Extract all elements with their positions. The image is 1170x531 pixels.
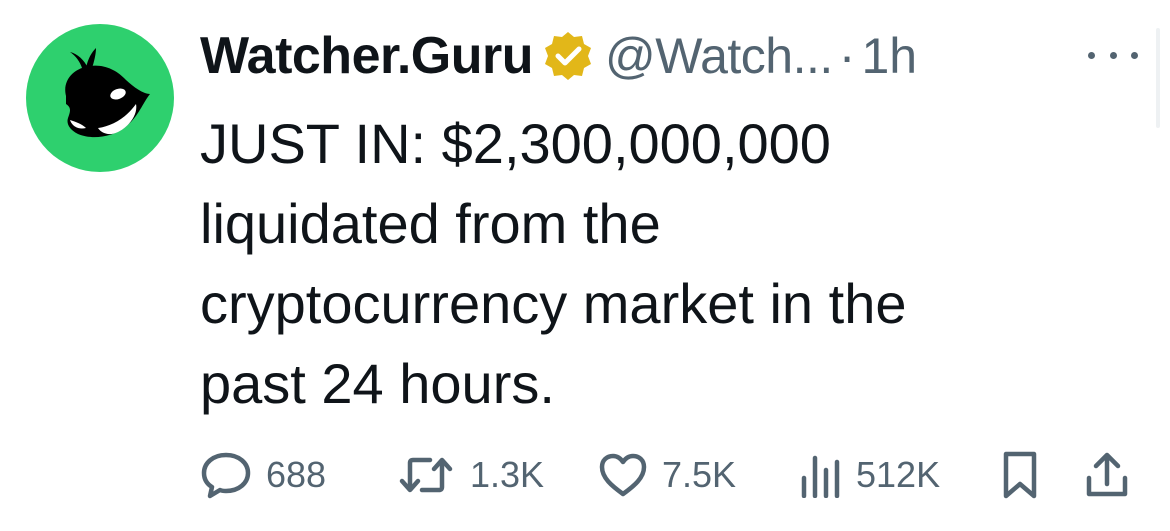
author-avatar[interactable] (26, 24, 174, 172)
tweet[interactable]: Watcher.Guru @Watch... · 1h JUST IN: $2,… (0, 0, 1170, 531)
views-button[interactable]: 512K (798, 445, 940, 505)
scrollbar[interactable] (1156, 28, 1160, 128)
share-button[interactable] (1084, 445, 1130, 505)
more-dot (1131, 51, 1138, 59)
tweet-text: JUST IN: $2,300,000,000 liquidated from … (200, 112, 907, 415)
like-count: 7.5K (662, 454, 737, 495)
heart-icon (599, 453, 647, 497)
share-icon (1086, 452, 1128, 497)
author-display-name[interactable]: Watcher.Guru (200, 26, 534, 86)
reply-bubble-icon (201, 452, 251, 499)
more-dots-icon[interactable] (1088, 40, 1138, 70)
tweet-header: Watcher.Guru @Watch... · 1h (200, 24, 917, 88)
more-dot (1088, 51, 1095, 59)
views-bars-icon (801, 455, 840, 498)
repost-count: 1.3K (470, 454, 545, 495)
repost-button[interactable]: 1.3K (396, 445, 544, 505)
like-button[interactable]: 7.5K (598, 445, 736, 505)
bookmark-button[interactable] (1000, 445, 1040, 505)
tweet-timestamp[interactable]: 1h (861, 27, 917, 85)
header-separator: · (838, 28, 856, 84)
author-handle[interactable]: @Watch... (605, 27, 833, 85)
reply-button[interactable]: 688 (200, 445, 326, 505)
repost-icon (399, 457, 453, 493)
bookmark-icon (1003, 451, 1037, 499)
more-dot (1109, 51, 1117, 59)
verified-badge-icon[interactable] (541, 29, 595, 83)
whale-icon (65, 48, 150, 138)
views-count: 512K (856, 454, 941, 495)
reply-count: 688 (266, 454, 327, 495)
tweet-actions-bar: 688 1.3K 7.5K 512K (200, 445, 1140, 505)
